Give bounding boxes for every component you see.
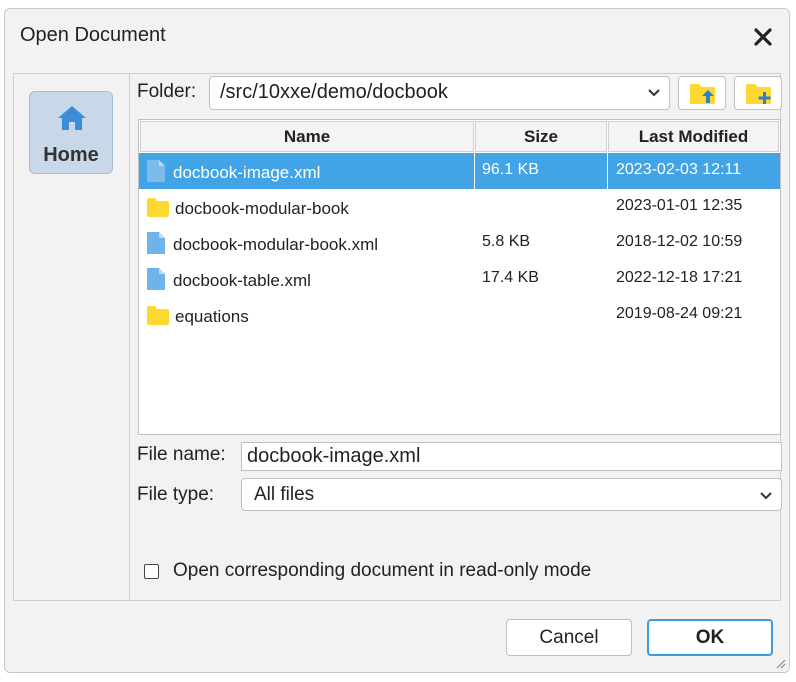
file-name: equations [175, 307, 249, 326]
file-name-input[interactable] [241, 442, 782, 471]
file-row[interactable]: docbook-modular-book.xml 5.8 KB 2018-12-… [139, 225, 780, 261]
new-folder-button[interactable] [734, 76, 782, 110]
main-panel: Folder: /src/10xxe/demo/docbook Name Siz… [130, 74, 782, 600]
file-name: docbook-modular-book.xml [173, 235, 379, 254]
file-row[interactable]: equations 2019-08-24 09:21 [139, 297, 780, 333]
file-modified: 2019-08-24 09:21 [616, 305, 743, 322]
file-modified: 2023-01-01 12:35 [616, 197, 743, 214]
sidebar: Home [14, 74, 130, 600]
file-type-select[interactable]: All files [241, 478, 782, 511]
file-row[interactable]: docbook-table.xml 17.4 KB 2022-12-18 17:… [139, 261, 780, 297]
chevron-down-icon [760, 492, 772, 500]
resize-grip-icon[interactable] [774, 657, 786, 669]
file-size: 17.4 KB [482, 269, 539, 286]
home-icon [58, 106, 86, 130]
folder-path-value: /src/10xxe/demo/docbook [220, 81, 448, 103]
dialog-title: Open Document [20, 24, 166, 46]
folder-up-icon [690, 84, 715, 104]
file-modified: 2022-12-18 17:21 [616, 269, 743, 286]
column-header-name[interactable]: Name [140, 121, 474, 152]
folder-label: Folder: [137, 81, 197, 102]
column-header-size[interactable]: Size [475, 121, 607, 152]
readonly-checkbox[interactable] [144, 564, 159, 579]
folder-up-button[interactable] [678, 76, 726, 110]
chevron-down-icon [648, 89, 660, 97]
file-name: docbook-image.xml [173, 163, 321, 182]
file-type-value: All files [254, 484, 315, 505]
file-size: 96.1 KB [482, 161, 539, 178]
dialog-body: Home Folder: /src/10xxe/demo/docbook Nam… [13, 73, 782, 601]
file-row[interactable]: docbook-image.xml 96.1 KB 2023-02-03 12:… [139, 153, 780, 189]
title-bar: Open Document [5, 9, 789, 64]
file-icon [147, 232, 165, 254]
folder-icon [147, 198, 169, 217]
file-name: docbook-modular-book [175, 199, 349, 218]
home-button[interactable]: Home [29, 91, 113, 174]
file-list[interactable]: Name Size Last Modified docbook-image.xm… [138, 119, 781, 435]
readonly-label: Open corresponding document in read-only… [173, 560, 592, 581]
file-modified: 2018-12-02 10:59 [616, 233, 743, 250]
open-document-dialog: Open Document Home Folder: /src/10xxe/de… [4, 8, 790, 673]
ok-button[interactable]: OK [647, 619, 773, 656]
file-name: docbook-table.xml [173, 271, 311, 290]
home-label: Home [43, 144, 99, 166]
file-size: 5.8 KB [482, 233, 531, 250]
file-type-label: File type: [137, 484, 215, 505]
file-icon [147, 160, 165, 182]
folder-path-select[interactable]: /src/10xxe/demo/docbook [209, 76, 670, 110]
cancel-button[interactable]: Cancel [506, 619, 632, 656]
file-modified: 2023-02-03 12:11 [616, 161, 742, 178]
column-header-modified[interactable]: Last Modified [608, 121, 779, 152]
file-icon [147, 268, 165, 290]
file-name-label: File name: [137, 444, 226, 465]
close-icon[interactable] [751, 25, 775, 49]
file-row[interactable]: docbook-modular-book 2023-01-01 12:35 [139, 189, 780, 225]
folder-icon [147, 306, 169, 325]
new-folder-icon [746, 84, 771, 104]
